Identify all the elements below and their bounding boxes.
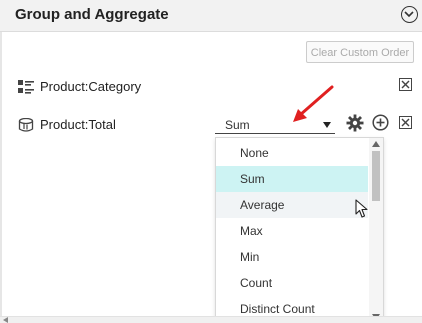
panel-title: Group and Aggregate <box>15 6 169 23</box>
horizontal-scrollbar[interactable] <box>0 316 422 323</box>
aggregate-dropdown-list[interactable]: None Sum Average Max Min Count Distinct … <box>215 137 384 323</box>
remove-field-close-icon[interactable] <box>399 116 412 129</box>
option-max[interactable]: Max <box>216 218 368 244</box>
option-min[interactable]: Min <box>216 244 368 270</box>
field-label: Product:Category <box>40 79 142 94</box>
panel-header[interactable]: Group and Aggregate <box>0 0 422 32</box>
settings-gear-icon[interactable] <box>346 114 364 137</box>
clear-custom-order-button[interactable]: Clear Custom Order <box>306 41 414 63</box>
option-sum[interactable]: Sum <box>216 166 368 192</box>
dropdown-scrollbar[interactable] <box>369 138 383 322</box>
option-average[interactable]: Average <box>216 192 368 218</box>
field-label: Product:Total <box>40 117 116 132</box>
collapse-chevron-icon[interactable] <box>401 6 418 23</box>
scrollbar-thumb[interactable] <box>372 151 380 201</box>
panel-left-border <box>0 32 2 323</box>
remove-field-close-icon[interactable] <box>399 78 412 91</box>
option-count[interactable]: Count <box>216 270 368 296</box>
measure-icon <box>18 117 34 135</box>
aggregate-select-value: Sum <box>225 118 250 132</box>
scroll-left-arrow-icon[interactable] <box>3 317 8 323</box>
add-circle-icon[interactable] <box>372 114 389 136</box>
mouse-pointer-icon <box>355 199 369 224</box>
scroll-up-arrow-icon[interactable] <box>372 141 380 147</box>
option-none[interactable]: None <box>216 140 368 166</box>
grouping-icon <box>18 80 34 97</box>
annotation-arrow-icon <box>290 84 336 131</box>
